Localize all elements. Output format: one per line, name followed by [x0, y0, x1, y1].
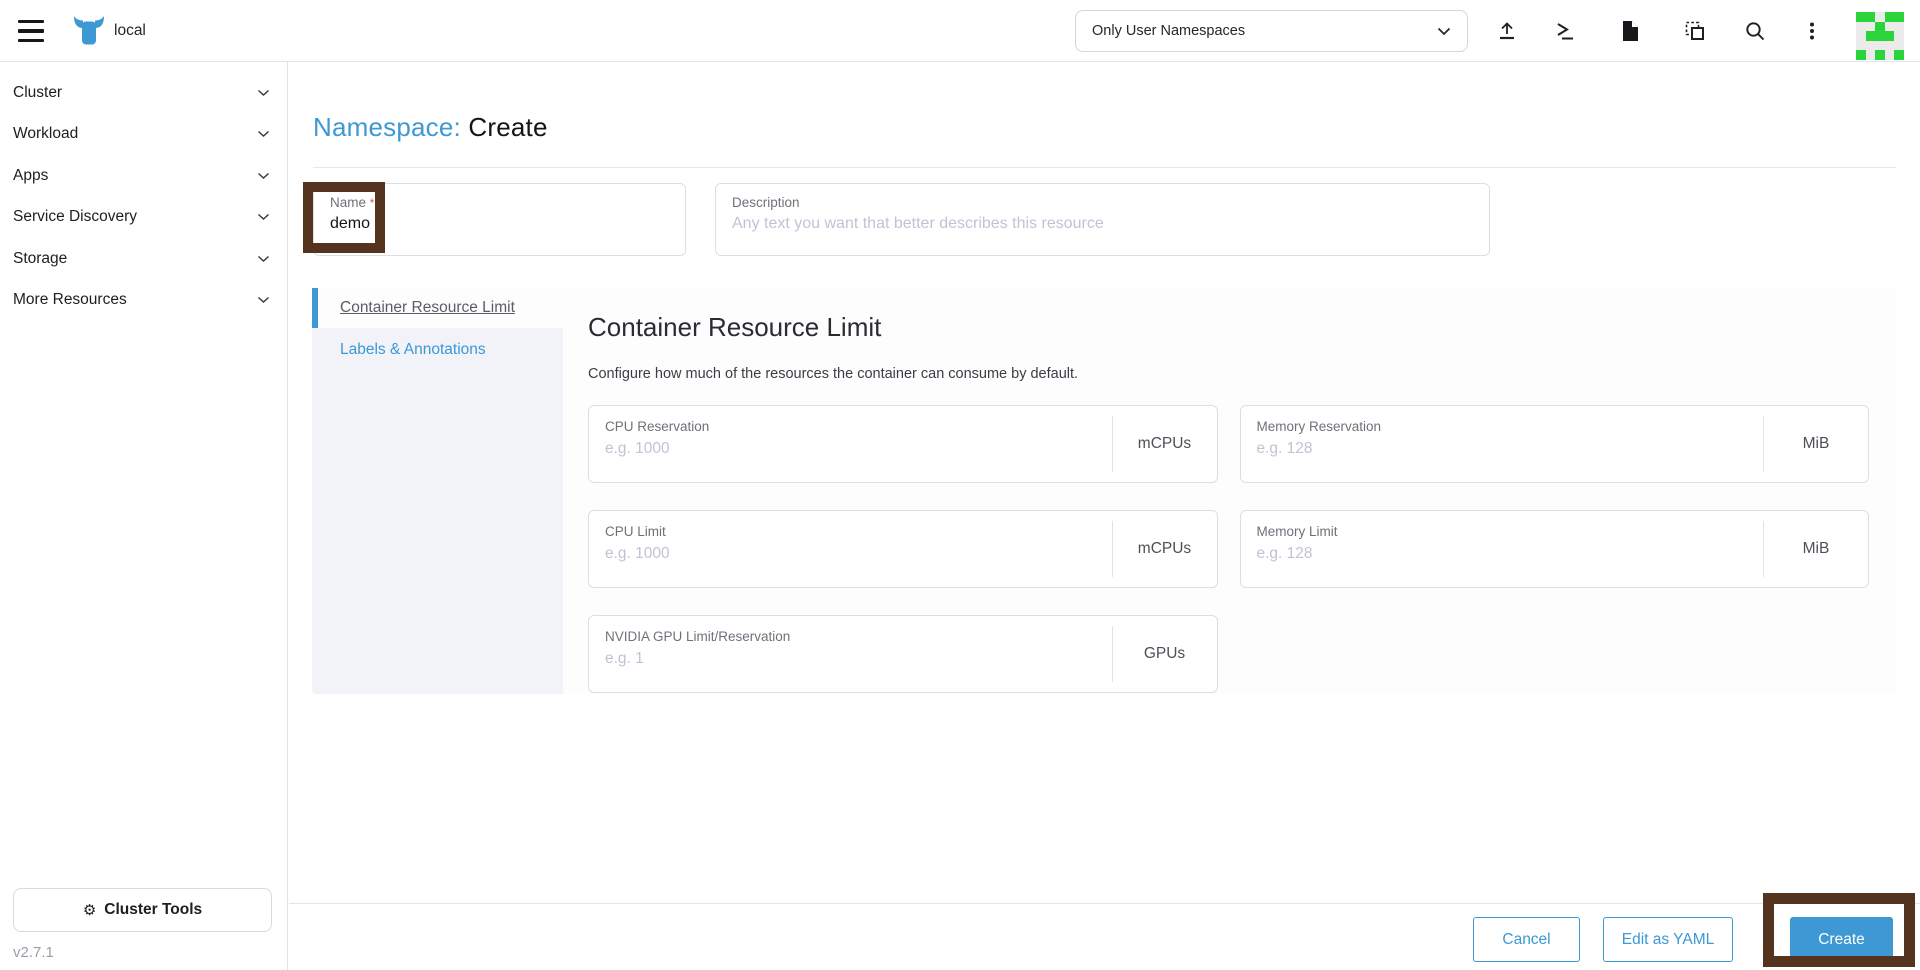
- snapshot-button[interactable]: [1677, 13, 1713, 49]
- required-marker: *: [369, 196, 375, 210]
- upload-icon: [1500, 22, 1514, 40]
- tab-labels-annotations[interactable]: Labels & Annotations: [312, 328, 563, 372]
- kebab-menu-icon: [1810, 22, 1814, 40]
- import-yaml-button[interactable]: [1489, 13, 1525, 49]
- name-field[interactable]: Name * demo: [313, 183, 686, 256]
- chevron-down-icon: [257, 131, 270, 138]
- memory-limit-field[interactable]: Memory Limit e.g. 128 MiB: [1239, 510, 1869, 588]
- section-heading: Container Resource Limit: [588, 312, 882, 342]
- namespace-filter-value: Only User Namespaces: [1092, 23, 1246, 39]
- memory-reservation-field[interactable]: Memory Reservation e.g. 128 MiB: [1239, 405, 1869, 483]
- sidebar-item-storage[interactable]: Storage: [0, 238, 287, 280]
- tab-panel-content: Container Resource Limit Configure how m…: [563, 288, 1896, 694]
- cluster-name: local: [114, 22, 146, 39]
- search-button[interactable]: [1737, 13, 1773, 49]
- chevron-down-icon: [257, 214, 270, 221]
- kebab-menu-button[interactable]: [1794, 13, 1830, 49]
- rancher-logo[interactable]: [72, 14, 106, 48]
- gear-icon: ⚙: [82, 900, 97, 919]
- title-divider: [313, 167, 1896, 168]
- footer-divider: [289, 903, 1920, 904]
- docs-button[interactable]: [1612, 13, 1648, 49]
- tab-container-resource-limit[interactable]: Container Resource Limit: [312, 288, 563, 328]
- page-title-resource: Namespace:: [313, 112, 461, 142]
- name-field-label: Name *: [330, 195, 375, 210]
- edit-as-yaml-button[interactable]: Edit as YAML: [1603, 917, 1733, 962]
- document-icon: [1623, 21, 1638, 41]
- user-avatar[interactable]: [1856, 12, 1904, 60]
- description-placeholder: Any text you want that better describes …: [732, 215, 1104, 232]
- name-input-value: demo: [330, 215, 371, 232]
- cpu-limit-field[interactable]: CPU Limit e.g. 1000 mCPUs: [588, 510, 1218, 588]
- resource-panel: Container Resource Limit Labels & Annota…: [312, 288, 1896, 694]
- namespace-filter-dropdown[interactable]: Only User Namespaces: [1075, 10, 1468, 52]
- unit-label: mCPUs: [1111, 416, 1217, 472]
- sidebar-item-service-discovery[interactable]: Service Discovery: [0, 197, 287, 239]
- kubectl-shell-button[interactable]: [1547, 13, 1583, 49]
- sidebar-item-cluster[interactable]: Cluster: [0, 72, 287, 114]
- hamburger-menu-icon[interactable]: [18, 20, 44, 42]
- unit-label: MiB: [1763, 521, 1868, 577]
- nvidia-gpu-field[interactable]: NVIDIA GPU Limit/Reservation e.g. 1 GPUs: [588, 615, 1218, 693]
- unit-label: MiB: [1763, 416, 1868, 472]
- create-button[interactable]: Create: [1790, 917, 1893, 962]
- unit-label: GPUs: [1111, 626, 1217, 682]
- search-icon: [1746, 22, 1765, 41]
- cancel-button[interactable]: Cancel: [1473, 917, 1580, 962]
- resource-fields-grid: CPU Reservation e.g. 1000 mCPUs Memory R…: [588, 405, 1869, 693]
- cpu-reservation-field[interactable]: CPU Reservation e.g. 1000 mCPUs: [588, 405, 1218, 483]
- page-title-action: Create: [468, 112, 548, 142]
- copy-icon: [1685, 21, 1704, 40]
- chevron-down-icon: [257, 255, 270, 262]
- version-label: v2.7.1: [13, 944, 54, 961]
- sidebar-item-apps[interactable]: Apps: [0, 155, 287, 197]
- cluster-tools-button[interactable]: ⚙ Cluster Tools: [13, 888, 272, 932]
- chevron-down-icon: [257, 297, 270, 304]
- terminal-icon: [1557, 23, 1573, 40]
- chevron-down-icon: [257, 89, 270, 96]
- chevron-down-icon: [1437, 27, 1451, 35]
- sidebar-item-more-resources[interactable]: More Resources: [0, 280, 287, 322]
- top-header: local Only User Namespaces: [0, 0, 1920, 62]
- description-field[interactable]: Description Any text you want that bette…: [715, 183, 1490, 256]
- sidebar-nav: Cluster Workload Apps Service Discovery …: [0, 62, 288, 970]
- chevron-down-icon: [257, 172, 270, 179]
- tab-list: Container Resource Limit Labels & Annota…: [312, 288, 563, 694]
- sidebar-item-workload[interactable]: Workload: [0, 114, 287, 156]
- description-field-label: Description: [732, 195, 800, 210]
- section-description: Configure how much of the resources the …: [588, 366, 1079, 382]
- page-title: Namespace: Create: [313, 112, 548, 143]
- unit-label: mCPUs: [1111, 521, 1217, 577]
